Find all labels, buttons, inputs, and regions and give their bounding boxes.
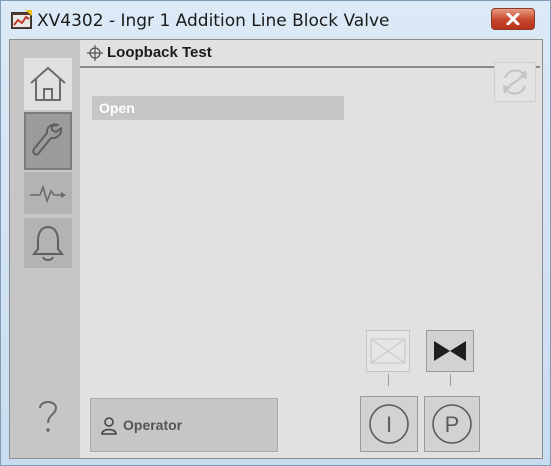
user-icon <box>101 417 117 435</box>
sidebar-item-help[interactable] <box>24 390 72 442</box>
wrench-icon <box>32 123 63 156</box>
title-bar[interactable]: XV4302 - Ingr 1 Addition Line Block Valv… <box>1 1 550 39</box>
refresh-icon <box>503 69 527 95</box>
close-button[interactable] <box>491 8 535 30</box>
sidebar-item-maintenance[interactable] <box>24 112 72 170</box>
sidebar-item-home[interactable] <box>24 58 72 110</box>
window-title: XV4302 - Ingr 1 Addition Line Block Valv… <box>37 11 390 31</box>
refresh-button[interactable] <box>494 62 536 102</box>
valve-open-icon <box>434 341 466 361</box>
divider <box>80 66 540 68</box>
connector-line <box>388 374 389 386</box>
interlock-icon: I <box>369 404 409 444</box>
status-bar: Open <box>92 96 344 120</box>
valve-closed-icon <box>370 338 406 364</box>
app-icon <box>11 10 33 30</box>
permissive-button[interactable]: P <box>424 396 480 452</box>
loopback-icon <box>87 44 103 61</box>
tab-title-row: Loopback Test <box>87 44 212 61</box>
valve-open-button[interactable] <box>426 330 474 372</box>
operator-button[interactable]: Operator <box>90 398 278 452</box>
tab-title: Loopback Test <box>107 44 212 61</box>
sidebar-item-alarms[interactable] <box>24 218 72 268</box>
connector-line <box>450 374 451 386</box>
faceplate-client: Loopback Test Open I P Operator <box>9 39 543 459</box>
question-icon <box>39 401 58 432</box>
bell-icon <box>31 225 65 261</box>
operator-label: Operator <box>123 417 183 433</box>
interlock-button[interactable]: I <box>360 396 418 452</box>
valve-close-button[interactable] <box>366 330 410 372</box>
trend-icon <box>30 184 66 204</box>
tab-header: Loopback Test <box>80 40 544 68</box>
sidebar <box>10 40 80 458</box>
permissive-label: P <box>445 412 460 437</box>
home-icon <box>30 66 66 101</box>
faceplate-window: XV4302 - Ingr 1 Addition Line Block Valv… <box>0 0 551 466</box>
permissive-icon: P <box>432 404 472 444</box>
close-icon <box>506 13 520 25</box>
valve-status: Open <box>99 100 135 116</box>
interlock-label: I <box>386 412 392 437</box>
sidebar-item-trends[interactable] <box>24 172 72 214</box>
